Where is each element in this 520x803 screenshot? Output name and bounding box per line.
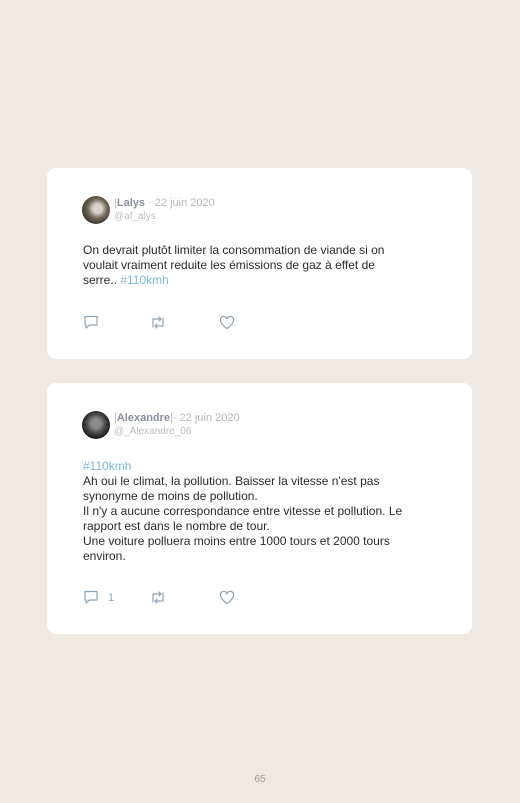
retweet-button[interactable] [150, 315, 166, 330]
author-handle[interactable]: @af_alys [114, 210, 215, 223]
tweet-line: serre.. #110kmh [83, 273, 443, 288]
hashtag-link[interactable]: #110kmh [83, 459, 443, 474]
reply-icon [84, 315, 98, 329]
tweet-line: Il n'y a aucune correspondance entre vit… [83, 504, 403, 518]
tweet-line: On devrait plutôt limiter la consommatio… [83, 243, 385, 257]
reply-count: 1 [108, 591, 115, 604]
tweet-header: |Lalys · 22 juin 2020 @af_alys [114, 197, 215, 223]
avatar[interactable] [82, 196, 110, 224]
tweet-text: On devrait plutôt limiter la consommatio… [83, 243, 443, 288]
author-name[interactable]: Alexandre [117, 412, 170, 424]
tweet-line: environ. [83, 549, 126, 563]
heart-icon [219, 315, 235, 330]
tweet-line: synonyme de moins de pollution. [83, 489, 258, 503]
tweet-card-lalys: |Lalys · 22 juin 2020 @af_alys On devrai… [47, 168, 472, 359]
page-number: 65 [254, 774, 266, 785]
tweet-date: · 22 juin 2020 [172, 412, 240, 424]
heart-icon [219, 590, 235, 605]
tweet-card-alexandre: |Alexandre|· 22 juin 2020 @_Alexandre_06… [47, 383, 472, 634]
reply-button[interactable]: 1 [83, 590, 114, 605]
author-name[interactable]: Lalys [117, 197, 145, 209]
tweet-line: Ah oui le climat, la pollution. Baisser … [83, 474, 380, 488]
reply-button[interactable] [83, 315, 99, 330]
tweet-text: #110kmh Ah oui le climat, la pollution. … [83, 459, 443, 564]
reply-icon [84, 590, 98, 604]
avatar[interactable] [82, 411, 110, 439]
retweet-button[interactable] [150, 590, 166, 605]
author-handle[interactable]: @_Alexandre_06 [114, 425, 240, 438]
tweet-line-text: serre.. [83, 273, 121, 287]
tweet-header: |Alexandre|· 22 juin 2020 @_Alexandre_06 [114, 412, 240, 438]
like-button[interactable] [219, 590, 235, 605]
retweet-icon [152, 591, 164, 604]
tweet-line: rapport est dans le nombre de tour. [83, 519, 270, 533]
hashtag-link[interactable]: #110kmh [120, 273, 168, 287]
like-button[interactable] [219, 315, 235, 330]
tweet-line: Une voiture polluera moins entre 1000 to… [83, 534, 390, 548]
tweet-date: · 22 juin 2020 [148, 197, 215, 209]
retweet-icon [152, 316, 164, 329]
tweet-line: voulait vraiment reduite les émissions d… [83, 258, 375, 272]
